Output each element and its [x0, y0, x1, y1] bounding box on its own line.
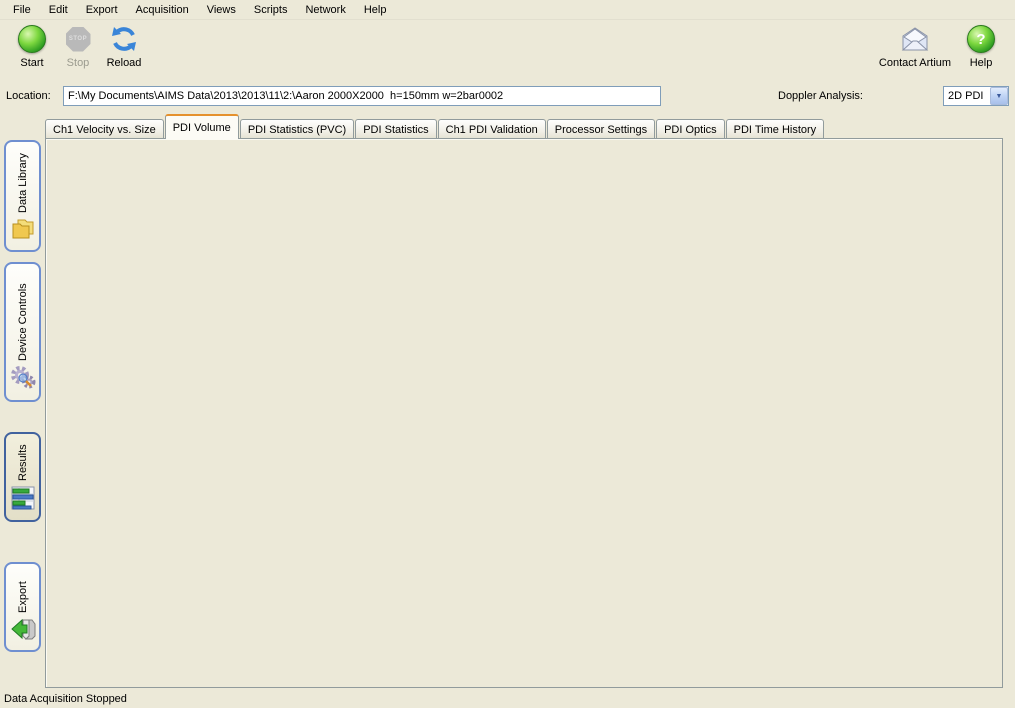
tab-ch1-velocity-vs-size[interactable]: Ch1 Velocity vs. Size [45, 119, 164, 139]
sidebar-item-label: Results [17, 442, 29, 481]
location-input[interactable] [63, 86, 661, 106]
tab-pdi-statistics[interactable]: PDI Statistics [355, 119, 436, 139]
tab-pdi-optics[interactable]: PDI Optics [656, 119, 725, 139]
menu-bar: FileEditExportAcquisitionViewsScriptsNet… [0, 0, 1015, 20]
help-icon: ? [967, 25, 995, 53]
tab-pdi-statistics-pvc-[interactable]: PDI Statistics (PVC) [240, 119, 354, 139]
menu-item-scripts[interactable]: Scripts [245, 1, 297, 19]
start-icon [18, 25, 46, 53]
menu-item-file[interactable]: File [4, 1, 40, 19]
help-button-label: Help [970, 57, 993, 69]
tab-ch1-pdi-validation[interactable]: Ch1 PDI Validation [438, 119, 546, 139]
sidebar-item-export[interactable]: Export [4, 562, 41, 652]
sidebar-item-label: Export [17, 572, 29, 613]
doppler-analysis-value: 2D PDI [944, 90, 990, 102]
reload-button[interactable]: Reload [102, 24, 146, 69]
reload-icon [110, 24, 138, 54]
sidebar-item-label: Data Library [17, 150, 29, 213]
toolbar: Start STOP Stop Reload Contact Art [0, 20, 1015, 82]
tab-pdi-time-history[interactable]: PDI Time History [726, 119, 825, 139]
menu-item-acquisition[interactable]: Acquisition [127, 1, 198, 19]
location-row: Location: Doppler Analysis: 2D PDI ▼ [0, 84, 1015, 110]
tab-pdi-volume[interactable]: PDI Volume [165, 114, 239, 139]
chevron-down-icon[interactable]: ▼ [990, 87, 1008, 105]
menu-item-edit[interactable]: Edit [40, 1, 77, 19]
status-text: Data Acquisition Stopped [4, 693, 127, 705]
contact-artium-button[interactable]: Contact Artium [873, 24, 957, 69]
sidebar-item-device-controls[interactable]: Device Controls [4, 262, 41, 402]
reload-button-label: Reload [107, 57, 142, 69]
menu-item-network[interactable]: Network [296, 1, 354, 19]
stop-button[interactable]: STOP Stop [56, 24, 100, 69]
tab-bar: Ch1 Velocity vs. SizePDI VolumePDI Stati… [45, 116, 825, 139]
folders-icon [10, 217, 36, 244]
envelope-icon [899, 24, 931, 54]
location-label: Location: [6, 90, 51, 102]
menu-item-help[interactable]: Help [355, 1, 396, 19]
bar-chart-icon [10, 485, 36, 514]
status-bar: Data Acquisition Stopped [0, 690, 1015, 708]
export-arrow-icon [9, 617, 37, 644]
doppler-analysis-select[interactable]: 2D PDI ▼ [943, 86, 1009, 106]
sidebar-item-results[interactable]: Results [4, 432, 41, 522]
start-button-label: Start [20, 57, 43, 69]
stop-icon: STOP [66, 27, 91, 52]
stop-button-label: Stop [67, 57, 90, 69]
contact-artium-label: Contact Artium [879, 57, 951, 69]
tab-page-pdi-volume [45, 138, 1003, 688]
doppler-analysis-label: Doppler Analysis: [778, 90, 863, 102]
menu-item-views[interactable]: Views [198, 1, 245, 19]
menu-item-export[interactable]: Export [77, 1, 127, 19]
sidebar-item-data-library[interactable]: Data Library [4, 140, 41, 252]
sidebar-item-label: Device Controls [17, 272, 29, 361]
tab-processor-settings[interactable]: Processor Settings [547, 119, 655, 139]
start-button[interactable]: Start [10, 24, 54, 69]
help-button[interactable]: ? Help [959, 24, 1003, 69]
gears-icon [10, 365, 36, 394]
